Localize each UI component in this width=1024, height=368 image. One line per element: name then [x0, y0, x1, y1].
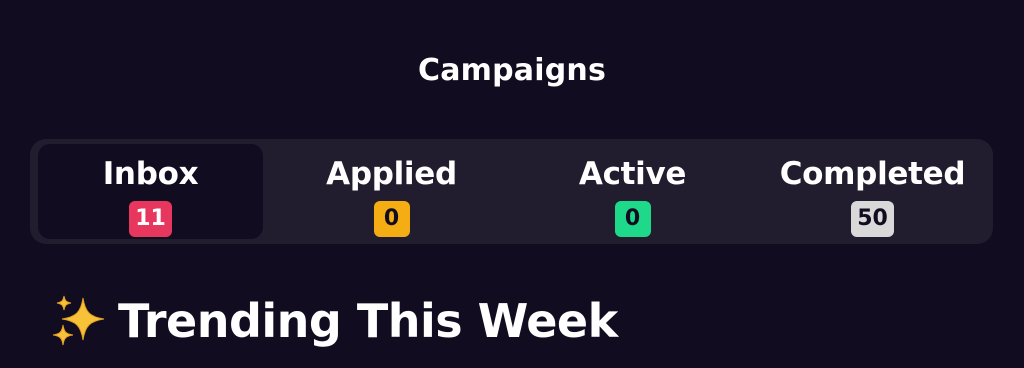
page-title: Campaigns — [417, 53, 606, 88]
active-count-badge: 0 — [614, 201, 651, 237]
tab-applied[interactable]: Applied 0 — [279, 144, 504, 239]
tab-applied-label: Applied — [326, 156, 457, 192]
sparkles-icon — [52, 295, 105, 346]
tab-inbox[interactable]: Inbox 11 — [38, 144, 263, 239]
trending-title: Trending This Week — [118, 294, 618, 348]
tab-inbox-label: Inbox — [102, 156, 199, 192]
applied-count-badge: 0 — [373, 201, 410, 237]
trending-section-heading: Trending This Week — [50, 290, 618, 352]
completed-count-badge: 50 — [851, 201, 894, 237]
tab-completed[interactable]: Completed 50 — [760, 144, 985, 239]
tab-active-label: Active — [578, 156, 687, 192]
campaigns-screen: Campaigns Inbox 11 Applied 0 Active 0 Co… — [0, 0, 1024, 368]
campaign-status-tabs: Inbox 11 Applied 0 Active 0 Completed 50 — [30, 139, 993, 244]
tab-completed-label: Completed — [779, 156, 966, 192]
inbox-count-badge: 11 — [129, 201, 172, 237]
tab-active[interactable]: Active 0 — [520, 144, 745, 239]
